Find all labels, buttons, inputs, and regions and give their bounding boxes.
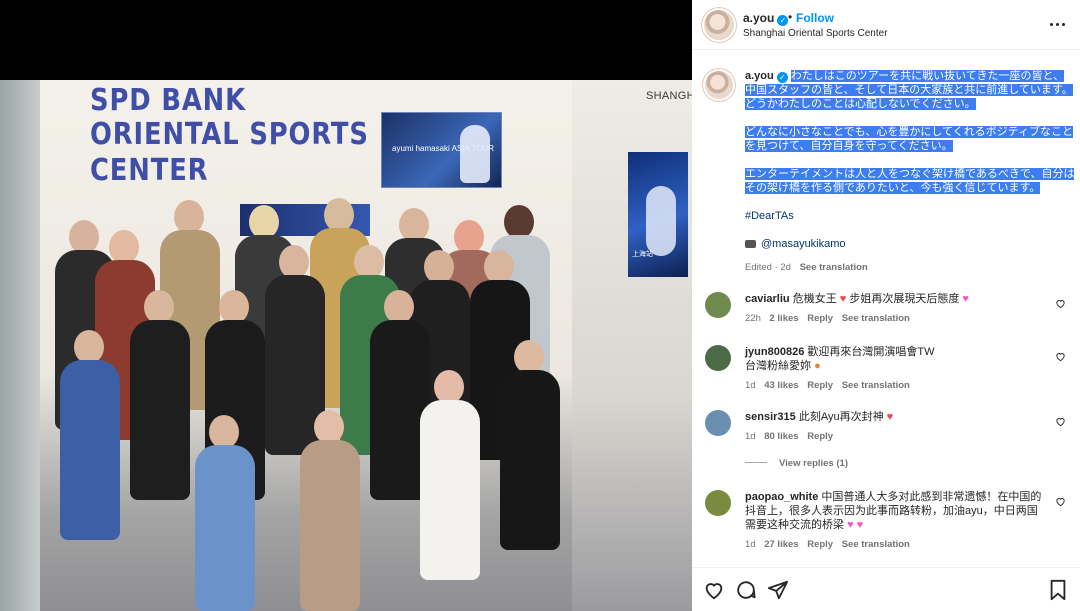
heart-icon[interactable]	[703, 579, 725, 601]
camera-icon	[745, 240, 756, 248]
wall-left	[0, 80, 40, 611]
comment-time: 1d	[745, 539, 756, 550]
comment-body: 台灣粉絲愛妳	[745, 360, 811, 372]
caption-paragraph: どんなに小さなことでも、心を豊かにしてくれるポジティブなことを見つけて、自分自身…	[745, 126, 1074, 152]
comment-text: caviarliu 危機女王 ♥ 步姐再次展現天后態度 ♥	[745, 292, 1045, 306]
comment-meta: 1d 43 likes Reply See translation	[745, 380, 916, 391]
comment-meta: 22h 2 likes Reply See translation	[745, 313, 916, 324]
bookmark-icon[interactable]	[1047, 579, 1069, 601]
comment-body: 危機女王	[792, 293, 837, 305]
comment-text: jyun800826 歡迎再來台灣開演唱會TW 台灣粉絲愛妳 ●	[745, 345, 1045, 373]
commenter-username[interactable]: sensir315	[745, 411, 796, 423]
comment-likes[interactable]: 27 likes	[764, 539, 798, 550]
hashtag-link[interactable]: #DearTAs	[745, 209, 1075, 223]
venue-sign-line: CENTER	[90, 153, 209, 188]
share-icon[interactable]	[767, 579, 789, 601]
caption-paragraph: エンターテイメントは人と人をつなぐ架け橋であるべきで、自分はその架け橋を作る側で…	[745, 168, 1075, 194]
heart-icon[interactable]	[1055, 351, 1066, 362]
verified-icon: ✓	[776, 72, 788, 83]
comment-likes[interactable]: 2 likes	[770, 313, 799, 324]
pink-heart-emoji: ♥	[962, 293, 969, 305]
author-username[interactable]: a.you ✓	[743, 11, 789, 26]
see-translation-link[interactable]: See translation	[842, 539, 910, 550]
reply-link[interactable]: Reply	[807, 380, 833, 391]
comment-icon[interactable]	[735, 579, 757, 601]
mention-link[interactable]: @masayukikamo	[745, 237, 1075, 251]
red-heart-emoji: ♥	[886, 411, 894, 423]
verified-icon: ✓	[777, 15, 789, 26]
poster-figure	[646, 186, 676, 256]
commenter-username[interactable]: caviarliu	[745, 293, 790, 305]
post-caption: a.you ✓ わたしはこのツアーを共に戦い抜いてきた一座の皆と、中国スタッフの皆…	[745, 69, 1075, 251]
separator-dot: •	[788, 10, 793, 24]
more-options-icon[interactable]	[1050, 16, 1066, 32]
comment-text: sensir315 此刻Ayu再次封神 ♥	[745, 410, 1045, 424]
see-translation-link[interactable]: See translation	[800, 262, 868, 273]
venue-sign-line: ORIENTAL SPORTS	[90, 117, 369, 152]
commenter-avatar[interactable]	[705, 490, 731, 516]
post-sidebar: a.you ✓ • Follow Shanghai Oriental Sports…	[692, 0, 1080, 611]
follow-button[interactable]: Follow	[796, 11, 834, 25]
comment-time: 22h	[745, 313, 761, 324]
see-translation-link[interactable]: See translation	[842, 313, 910, 324]
post-media[interactable]: SPD BANK ORIENTAL SPORTS CENTER SHANGH A …	[0, 0, 692, 611]
reply-link[interactable]: Reply	[807, 539, 833, 550]
caption-author-avatar[interactable]	[705, 71, 733, 99]
post-header: a.you ✓ • Follow Shanghai Oriental Sports…	[692, 0, 1080, 50]
author-avatar[interactable]	[704, 10, 734, 40]
comments-feed[interactable]: a.you ✓ わたしはこのツアーを共に戦い抜いてきた一座の皆と、中国スタッフの皆…	[692, 51, 1080, 567]
comment-likes[interactable]: 43 likes	[764, 380, 798, 391]
commenter-avatar[interactable]	[705, 345, 731, 371]
commenter-username[interactable]: jyun800826	[745, 346, 804, 358]
reply-link[interactable]: Reply	[807, 431, 833, 442]
author-username-text[interactable]: a.you	[743, 11, 774, 25]
edited-time: Edited · 2d	[745, 262, 791, 273]
comment-body: 歡迎再來台灣開演唱會TW	[807, 346, 935, 358]
post-photo: SPD BANK ORIENTAL SPORTS CENTER SHANGH A …	[0, 80, 692, 611]
reply-link[interactable]: Reply	[807, 313, 833, 324]
commenter-username[interactable]: paopao_white	[745, 491, 818, 503]
red-heart-emoji: ♥	[839, 293, 847, 305]
emoji-icon: ●	[814, 360, 821, 372]
heart-icon[interactable]	[1055, 298, 1066, 309]
mention-text[interactable]: @masayukikamo	[761, 238, 846, 250]
comment-likes[interactable]: 80 likes	[764, 431, 798, 442]
commenter-avatar[interactable]	[705, 292, 731, 318]
comment-body: 步姐再次展現天后態度	[849, 293, 960, 305]
post-actions-bar	[692, 567, 1080, 611]
comment-body: 此刻Ayu再次封神	[798, 411, 884, 423]
poster-side-text: 上海站	[632, 251, 653, 258]
caption-username[interactable]: a.you	[745, 70, 774, 82]
view-replies-link[interactable]: View replies (1)	[745, 458, 848, 469]
pink-heart-emoji: ♥ ♥	[847, 519, 864, 531]
side-poster: 上海站	[628, 152, 688, 277]
tour-poster: ayumi hamasaki ASIA TOUR	[381, 112, 502, 188]
comment-meta: 1d 80 likes Reply	[745, 431, 839, 442]
heart-icon[interactable]	[1055, 416, 1066, 427]
caption-meta: Edited · 2d See translation	[745, 262, 874, 273]
venue-sign-line: SPD BANK	[90, 83, 246, 118]
see-translation-link[interactable]: See translation	[842, 380, 910, 391]
poster-figure	[460, 125, 490, 183]
comment-text: paopao_white 中国普通人大多对此感到非常遗憾！在中国的抖音上，很多人…	[745, 490, 1045, 532]
comment-time: 1d	[745, 431, 756, 442]
comment-time: 1d	[745, 380, 756, 391]
comment-meta: 1d 27 likes Reply See translation	[745, 539, 916, 550]
corner-sign: SHANGHA	[646, 90, 692, 102]
commenter-avatar[interactable]	[705, 410, 731, 436]
heart-icon[interactable]	[1055, 496, 1066, 507]
post-location[interactable]: Shanghai Oriental Sports Center	[743, 28, 888, 39]
caption-paragraph: わたしはこのツアーを共に戦い抜いてきた一座の皆と、中国スタッフの皆と、そして日本…	[745, 70, 1073, 110]
